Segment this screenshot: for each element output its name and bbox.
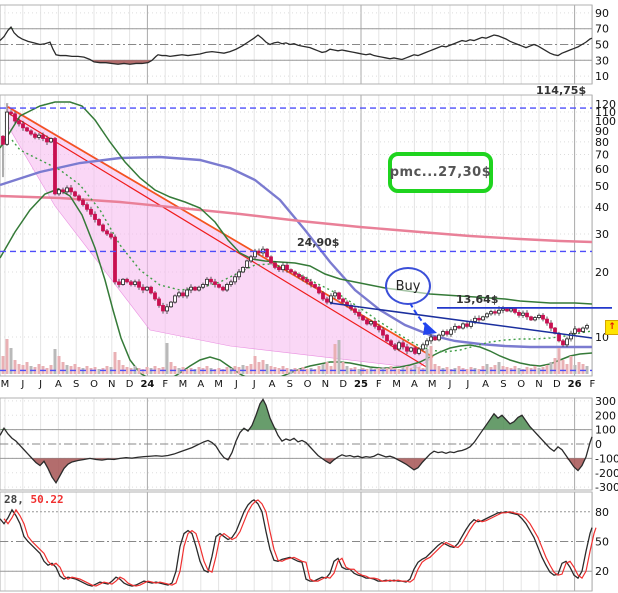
x-axis-label: D (126, 379, 134, 390)
buy-annotation-text: Buy (395, 278, 421, 294)
x-axis-label: S (287, 379, 293, 390)
stoch-d-value: 50.22 (30, 493, 64, 506)
x-axis-label: N (535, 379, 542, 390)
x-axis-label: M (428, 379, 437, 390)
cci-ytick: 0 (595, 438, 602, 451)
x-axis-label: D (339, 379, 347, 390)
x-axis-label: A (269, 379, 276, 390)
price-ytick: 30 (595, 228, 609, 241)
stoch-d-line (3, 499, 597, 587)
x-axis-label: A (55, 379, 62, 390)
stoch-panel: 80 50 20 (0, 499, 609, 587)
x-axis-label: J (448, 379, 452, 390)
x-axis-label: M (179, 379, 188, 390)
cci-ytick: -300 (595, 481, 618, 494)
x-axis-label: M (1, 379, 10, 390)
x-axis-label: F (376, 379, 382, 390)
x-axis-label: F (162, 379, 168, 390)
x-axis-label: O (304, 379, 312, 390)
last-price-tag[interactable]: ↑ (605, 320, 618, 335)
x-axis-label: 24 (140, 379, 154, 390)
x-axis-label: S (500, 379, 506, 390)
cci-ytick: -100 (595, 452, 618, 465)
x-axis-label: N (322, 379, 329, 390)
buy-arrow-head (423, 322, 437, 335)
stoch-ytick: 80 (595, 506, 609, 519)
rsi-ytick: 10 (595, 70, 609, 83)
rsi-ytick: 30 (595, 54, 609, 67)
rsi-ytick: 90 (595, 7, 609, 20)
x-axis-label: D (553, 379, 561, 390)
buy-annotation[interactable]: Buy (385, 267, 431, 305)
cci-ytick: -200 (595, 467, 618, 480)
x-axis-label: M (392, 379, 401, 390)
x-axis-label: J (20, 379, 24, 390)
x-axis-label: N (108, 379, 115, 390)
pmc-price-text: pmc...27,30$ (389, 165, 492, 180)
x-axis-label: 26 (568, 379, 582, 390)
x-axis-label: 25 (354, 379, 368, 390)
stoch-ytick: 20 (595, 565, 609, 578)
x-axis: M J J A S O N D 24 F M A M J J A S O N D 25 F M A M J J A S O N D 26 F (1, 379, 596, 390)
up-arrow-icon: ↑ (608, 322, 616, 332)
price-level-label-mid: 24,90$ (297, 236, 340, 249)
trading-chart-window: 90 70 50 30 10 300 200 100 0 -100 -200 -300 80 50 20 12… (0, 0, 618, 593)
chart-canvas: 90705030103002001000-100-200-30080502012… (0, 4, 618, 592)
stoch-readout: 28, 50.22 (4, 493, 64, 506)
x-axis-label: F (590, 379, 596, 390)
x-axis-label: O (90, 379, 98, 390)
price-ytick: 40 (595, 201, 609, 214)
x-axis-label: O (517, 379, 525, 390)
pmc-price-box[interactable]: pmc...27,30$ (388, 152, 493, 193)
rsi-panel: 90 70 50 30 10 (0, 7, 609, 83)
rsi-ytick: 50 (595, 39, 609, 52)
price-ytick: 50 (595, 180, 609, 193)
price-ytick: 20 (595, 266, 609, 279)
price-ytick: 70 (595, 148, 609, 161)
x-axis-label: J (252, 379, 256, 390)
cci-panel: 300200 1000-100 -200-300 (0, 395, 618, 494)
x-axis-label: J (38, 379, 42, 390)
rsi-ytick: 70 (595, 23, 609, 36)
x-axis-label: M (214, 379, 223, 390)
price-level-label-low: 13,64$ (456, 293, 499, 306)
price-level-label-high: 114,75$ (536, 84, 587, 97)
price-ytick: 80 (595, 136, 609, 149)
x-axis-label: A (411, 379, 418, 390)
cci-ytick: 300 (595, 395, 616, 408)
x-axis-label: A (482, 379, 489, 390)
stoch-k-value: 28, (4, 493, 24, 506)
cci-ytick: 200 (595, 409, 616, 422)
x-axis-label: S (73, 379, 79, 390)
cci-ytick: 100 (595, 424, 616, 437)
x-axis-label: A (197, 379, 204, 390)
x-axis-label: J (465, 379, 469, 390)
stoch-ytick: 50 (595, 536, 609, 549)
price-ytick: 60 (595, 163, 609, 176)
x-axis-label: J (234, 379, 238, 390)
